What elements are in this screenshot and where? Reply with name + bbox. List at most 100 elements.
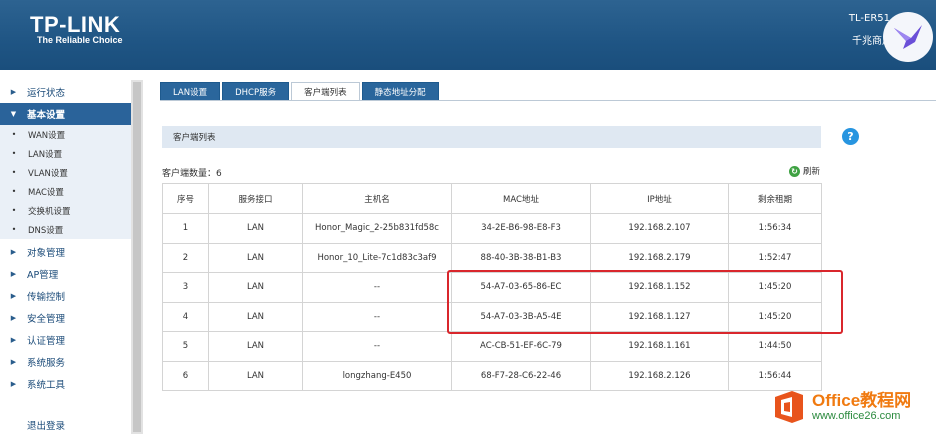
sidebar-subitem-dns[interactable]: • DNS设置 [0, 220, 131, 239]
sidebar-subitem-lan[interactable]: • LAN设置 [0, 144, 131, 163]
bullet-icon: • [11, 206, 17, 215]
table-row: 5 LAN -- AC-CB-51-EF-6C-79 192.168.1.161… [162, 331, 822, 362]
cell-mac: 88-40-3B-38-B1-B3 [451, 242, 591, 273]
refresh-icon: ↻ [789, 165, 800, 177]
watermark-url: www.office26.com [812, 409, 901, 422]
tab-divider [160, 100, 936, 101]
bullet-icon: • [11, 149, 17, 158]
sidebar-subitem-label: VLAN设置 [28, 168, 68, 179]
cell-mac: 68-F7-28-C6-22-46 [451, 360, 591, 391]
col-header-hostname: 主机名 [302, 183, 452, 214]
col-header-index: 序号 [162, 183, 209, 214]
cell-ip: 192.168.2.126 [590, 360, 729, 391]
section-title: 客户端列表 [162, 126, 821, 148]
tab-bar: LAN设置 DHCP服务 客户端列表 静态地址分配 [160, 82, 439, 101]
sidebar-item-transfer[interactable]: ▶ 传输控制 [0, 285, 131, 307]
device-model: TL-ER51 [848, 13, 890, 24]
cell-ip: 192.168.2.179 [590, 242, 729, 273]
header-bar: TP-LINK The Reliable Choice TL-ER51 千兆商用 [0, 0, 936, 70]
sidebar-item-label: AP管理 [27, 270, 59, 281]
sidebar-item-label: 认证管理 [27, 336, 66, 347]
refresh-button[interactable]: ↻ 刷新 [789, 165, 820, 177]
sidebar-item-services[interactable]: ▶ 系统服务 [0, 351, 131, 373]
cell-lease: 1:44:50 [728, 331, 822, 362]
cell-hostname: -- [302, 301, 452, 332]
table-row: 2 LAN Honor_10_Lite-7c1d83c3af9 88-40-3B… [162, 242, 822, 273]
watermark: Office教程网 www.office26.com [772, 380, 936, 434]
cell-index: 6 [162, 360, 209, 391]
cell-hostname: longzhang-E450 [302, 360, 452, 391]
cell-index: 3 [162, 272, 209, 303]
sidebar-scrollbar-thumb[interactable] [133, 82, 141, 432]
cell-hostname: -- [302, 272, 452, 303]
tab-dhcp[interactable]: DHCP服务 [222, 82, 290, 101]
cell-interface: LAN [208, 301, 303, 332]
col-header-interface: 服务接口 [208, 183, 303, 214]
cell-mac: AC-CB-51-EF-6C-79 [451, 331, 591, 362]
sidebar-item-status[interactable]: ▶ 运行状态 [0, 81, 131, 103]
help-icon[interactable]: ? [842, 128, 859, 145]
logo-tagline: The Reliable Choice [37, 35, 123, 45]
bullet-icon: • [11, 168, 17, 177]
sidebar-item-tools[interactable]: ▶ 系统工具 [0, 373, 131, 395]
logout-link[interactable]: 退出登录 [27, 418, 65, 432]
bird-icon [883, 12, 933, 62]
office-logo-icon [772, 389, 806, 425]
sidebar-subitem-label: WAN设置 [28, 130, 66, 141]
chevron-right-icon: ▶ [10, 380, 17, 388]
chevron-right-icon: ▶ [10, 270, 17, 278]
tab-lan[interactable]: LAN设置 [160, 82, 221, 101]
table-header-row: 序号 服务接口 主机名 MAC地址 IP地址 剩余租期 [162, 183, 822, 214]
chevron-right-icon: ▶ [10, 358, 17, 366]
sidebar-subitem-label: LAN设置 [28, 149, 63, 160]
sidebar-item-label: 传输控制 [27, 292, 66, 303]
sidebar-item-objects[interactable]: ▶ 对象管理 [0, 241, 131, 263]
sidebar-subitem-wan[interactable]: • WAN设置 [0, 125, 131, 144]
tab-static-address[interactable]: 静态地址分配 [361, 82, 439, 101]
bullet-icon: • [11, 187, 17, 196]
cell-hostname: -- [302, 331, 452, 362]
sidebar-subitem-label: 交换机设置 [28, 206, 71, 217]
chevron-right-icon: ▶ [10, 248, 17, 256]
sidebar-item-basic-settings[interactable]: ▼ 基本设置 [0, 103, 131, 125]
sidebar-item-label: 系统工具 [27, 380, 66, 391]
col-header-mac: MAC地址 [451, 183, 591, 214]
highlight-box [447, 270, 843, 334]
chevron-right-icon: ▶ [10, 314, 17, 322]
cell-interface: LAN [208, 242, 303, 273]
client-count: 客户端数量：6 [162, 169, 222, 179]
chevron-right-icon: ▶ [10, 88, 17, 96]
col-header-lease: 剩余租期 [728, 183, 822, 214]
chevron-right-icon: ▶ [10, 292, 17, 300]
cell-interface: LAN [208, 360, 303, 391]
sidebar-item-auth[interactable]: ▶ 认证管理 [0, 329, 131, 351]
sidebar-item-label: 安全管理 [27, 314, 66, 325]
cell-lease: 1:56:34 [728, 213, 822, 244]
table-row: 1 LAN Honor_Magic_2-25b831fd58c 34-2E-B6… [162, 213, 822, 244]
sidebar-subitem-label: MAC设置 [28, 187, 64, 198]
cell-index: 1 [162, 213, 209, 244]
sidebar-item-label: 运行状态 [27, 88, 66, 99]
cell-hostname: Honor_10_Lite-7c1d83c3af9 [302, 242, 452, 273]
bullet-icon: • [11, 130, 17, 139]
bullet-icon: • [11, 225, 17, 234]
cell-hostname: Honor_Magic_2-25b831fd58c [302, 213, 452, 244]
sidebar-item-security[interactable]: ▶ 安全管理 [0, 307, 131, 329]
sidebar-subitem-vlan[interactable]: • VLAN设置 [0, 163, 131, 182]
cell-index: 2 [162, 242, 209, 273]
sidebar-item-label: 对象管理 [27, 248, 66, 259]
cell-index: 4 [162, 301, 209, 332]
sidebar-item-ap[interactable]: ▶ AP管理 [0, 263, 131, 285]
sidebar-item-label: 系统服务 [27, 358, 66, 369]
chevron-right-icon: ▶ [10, 336, 17, 344]
cell-interface: LAN [208, 331, 303, 362]
tab-client-list[interactable]: 客户端列表 [291, 82, 360, 101]
sidebar-subitem-label: DNS设置 [28, 225, 64, 236]
refresh-label: 刷新 [803, 167, 821, 177]
sidebar-subitem-switch[interactable]: • 交换机设置 [0, 201, 131, 220]
sidebar-subitem-mac[interactable]: • MAC设置 [0, 182, 131, 201]
col-header-ip: IP地址 [590, 183, 729, 214]
cell-mac: 34-2E-B6-98-E8-F3 [451, 213, 591, 244]
cell-index: 5 [162, 331, 209, 362]
cell-interface: LAN [208, 272, 303, 303]
